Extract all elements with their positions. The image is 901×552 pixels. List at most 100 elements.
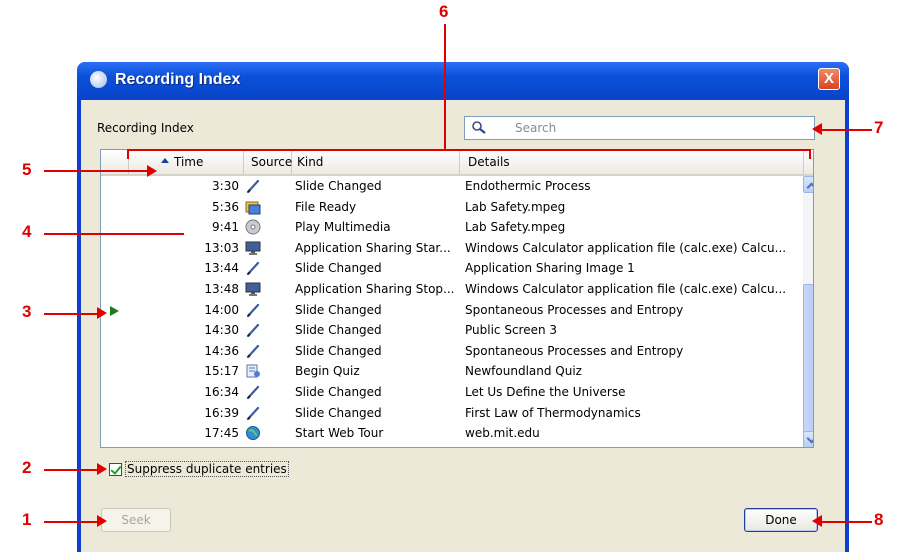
title-bar[interactable]: Recording Index X bbox=[77, 62, 849, 100]
globe-icon bbox=[244, 425, 266, 441]
row-kind: Slide Changed bbox=[295, 179, 382, 193]
disc-icon bbox=[244, 219, 266, 235]
callout-8-line bbox=[822, 521, 872, 523]
done-button[interactable]: Done bbox=[744, 508, 818, 532]
recording-index-label: Recording Index bbox=[97, 121, 194, 135]
table-row[interactable]: 13:03 Application Sharing Star... Windows … bbox=[101, 238, 801, 259]
row-kind: Play Multimedia bbox=[295, 220, 391, 235]
row-time: 13:48 bbox=[204, 281, 239, 296]
suppress-duplicates-checkbox[interactable] bbox=[109, 463, 122, 476]
callout-3: 3 bbox=[22, 302, 32, 321]
row-kind: Application Sharing Star... bbox=[295, 240, 451, 255]
monitor-icon bbox=[244, 240, 266, 256]
callout-2-arrow bbox=[97, 463, 107, 475]
row-kind: File Ready bbox=[295, 199, 357, 214]
recording-index-table: Time Source Kind Details 3:30 Slide Chang… bbox=[100, 149, 814, 448]
callout-6-right-leg bbox=[809, 149, 811, 159]
search-icon bbox=[472, 121, 486, 134]
table-body: 3:30 Slide Changed Endothermic Process 5:36… bbox=[101, 176, 801, 444]
file-ready-icon bbox=[244, 199, 266, 215]
callout-6: 6 bbox=[439, 2, 449, 21]
table-row[interactable]: 9:41 Play Multimedia Lab Safety.mpeg bbox=[101, 217, 801, 238]
table-row[interactable]: 3:30 Slide Changed Endothermic Process bbox=[101, 176, 801, 197]
row-time: 5:36 bbox=[212, 199, 239, 214]
search-placeholder: Search bbox=[515, 121, 557, 135]
callout-1-line bbox=[44, 521, 98, 523]
row-kind: Start Web Tour bbox=[295, 426, 384, 441]
row-time: 16:39 bbox=[204, 405, 239, 420]
row-kind: Slide Changed bbox=[295, 405, 382, 420]
pencil-icon bbox=[244, 260, 266, 276]
callout-1-arrow bbox=[97, 515, 107, 527]
row-time: 13:03 bbox=[204, 240, 239, 255]
window-title: Recording Index bbox=[115, 71, 241, 88]
scroll-thumb[interactable] bbox=[803, 284, 813, 434]
header-kind[interactable]: Kind bbox=[292, 150, 460, 174]
pencil-icon bbox=[244, 178, 266, 194]
seek-button[interactable]: Seek bbox=[101, 508, 171, 532]
table-row[interactable]: 16:34 Slide Changed Let Us Define the Univ… bbox=[101, 382, 801, 403]
dialog-body: Recording Index Search Time Source Kind … bbox=[81, 100, 845, 552]
row-time: 13:44 bbox=[204, 261, 239, 276]
row-details: Let Us Define the Universe bbox=[465, 384, 626, 399]
pencil-icon bbox=[244, 405, 266, 421]
close-button[interactable]: X bbox=[818, 68, 840, 90]
quiz-icon bbox=[244, 363, 266, 379]
table-row[interactable]: 13:44 Slide Changed Application Sharing Im… bbox=[101, 258, 801, 279]
row-kind: Application Sharing Stop... bbox=[295, 281, 455, 296]
monitor-icon bbox=[244, 281, 266, 297]
row-time: 3:30 bbox=[212, 179, 239, 193]
row-time: 15:17 bbox=[204, 364, 239, 379]
pencil-icon bbox=[244, 343, 266, 359]
pencil-icon bbox=[244, 302, 266, 318]
callout-5: 5 bbox=[22, 160, 32, 179]
callout-4-line bbox=[44, 233, 184, 235]
header-source[interactable]: Source bbox=[244, 150, 292, 174]
callout-7-line bbox=[822, 129, 872, 131]
callout-5-arrow bbox=[147, 165, 157, 177]
table-row[interactable]: 14:30 Slide Changed Public Screen 3 bbox=[101, 320, 801, 341]
callout-3-line bbox=[44, 313, 98, 315]
scroll-down-button[interactable] bbox=[803, 431, 813, 447]
callout-3-arrow bbox=[97, 307, 107, 319]
row-kind: Begin Quiz bbox=[295, 364, 360, 379]
row-details: First Law of Thermodynamics bbox=[465, 405, 641, 420]
checkmark-icon bbox=[110, 463, 122, 475]
table-row[interactable]: 13:48 Application Sharing Stop... Windows … bbox=[101, 279, 801, 300]
pencil-icon bbox=[244, 322, 266, 338]
recording-index-window: Recording Index X Recording Index Search… bbox=[77, 62, 849, 552]
table-row[interactable]: 14:00 Slide Changed Spontaneous Processes … bbox=[101, 300, 801, 321]
callout-6-stem bbox=[444, 24, 446, 150]
row-details: Spontaneous Processes and Entropy bbox=[465, 302, 684, 317]
suppress-duplicates-label[interactable]: Suppress duplicate entries bbox=[125, 461, 289, 477]
table-row[interactable]: 17:45 Start Web Tour web.mit.edu bbox=[101, 423, 801, 444]
row-kind: Slide Changed bbox=[295, 343, 382, 358]
row-time: 14:36 bbox=[204, 343, 239, 358]
row-details: Public Screen 3 bbox=[465, 323, 558, 338]
pencil-icon bbox=[244, 384, 266, 400]
callout-4: 4 bbox=[22, 222, 32, 241]
header-details[interactable]: Details bbox=[460, 150, 804, 174]
current-position-icon bbox=[110, 305, 119, 316]
table-row[interactable]: 5:36 File Ready Lab Safety.mpeg bbox=[101, 197, 801, 218]
table-row[interactable]: 15:17 Begin Quiz Newfoundland Quiz bbox=[101, 361, 801, 382]
scroll-up-button[interactable] bbox=[803, 176, 813, 193]
row-time: 16:34 bbox=[204, 384, 239, 399]
row-kind: Slide Changed bbox=[295, 261, 382, 276]
callout-1: 1 bbox=[22, 510, 32, 529]
table-row[interactable]: 16:39 Slide Changed First Law of Thermodyn… bbox=[101, 403, 801, 424]
app-icon bbox=[90, 71, 107, 88]
callout-7-arrow bbox=[812, 123, 822, 135]
row-details: web.mit.edu bbox=[465, 426, 540, 441]
callout-7: 7 bbox=[874, 118, 884, 137]
row-details: Windows Calculator application file (cal… bbox=[465, 240, 787, 255]
row-details: Endothermic Process bbox=[465, 179, 591, 193]
row-kind: Slide Changed bbox=[295, 302, 382, 317]
table-row[interactable]: 14:36 Slide Changed Spontaneous Processes … bbox=[101, 341, 801, 362]
vertical-scrollbar[interactable] bbox=[803, 176, 813, 447]
search-input[interactable]: Search bbox=[464, 116, 815, 140]
row-details: Lab Safety.mpeg bbox=[465, 220, 566, 235]
row-kind: Slide Changed bbox=[295, 323, 382, 338]
callout-6-bracket bbox=[127, 149, 811, 151]
callout-8-arrow bbox=[812, 515, 822, 527]
